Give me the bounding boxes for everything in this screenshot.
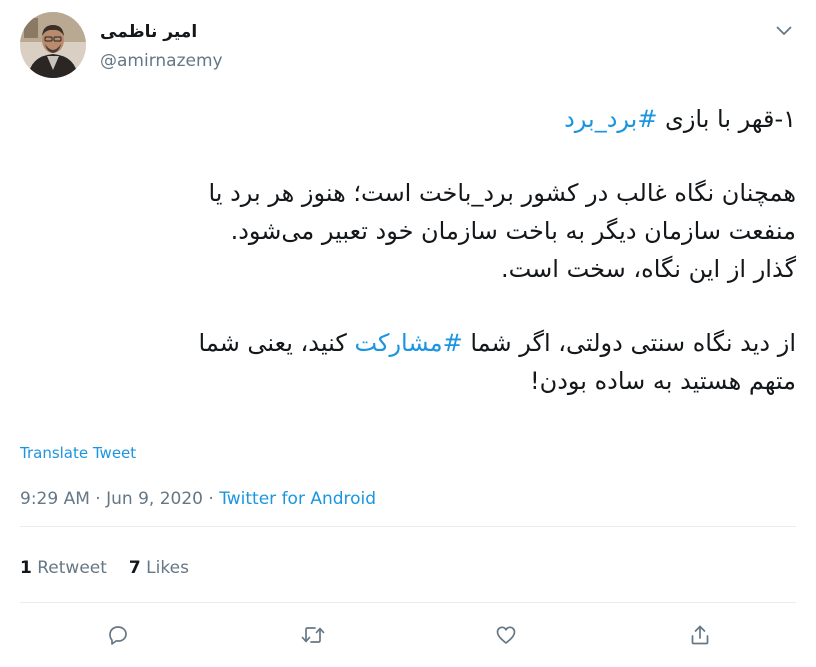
tweet-time[interactable]: 9:29 AM [20,489,90,509]
retweets-label: Retweet [37,558,107,578]
hashtag-link[interactable]: #مشارکت [354,329,462,357]
tweet-text-span: ۱-قهر با بازی [657,105,796,133]
tweet-date[interactable]: Jun 9, 2020 [106,489,203,509]
tweet-line: متهم هستید به ساده بودن! [529,367,796,395]
tweet-line: ۱-قهر با بازی #برد_برد [20,100,796,138]
tweet-line: منفعت سازمان دیگر به باخت سازمان خود تعب… [230,217,796,245]
divider [20,526,796,527]
divider [20,602,796,603]
tweet-stats: 1 Retweet 7 Likes [20,558,211,578]
tweet-text: ۱-قهر با بازی #برد_برد همچنان نگاه غالب … [20,100,797,400]
tweet-text-span: از دید نگاه سنتی دولتی، اگر شما [462,329,796,357]
tweet-meta: 9:29 AM · Jun 9, 2020 · Twitter for Andr… [20,489,376,509]
retweet-icon[interactable] [298,620,328,650]
avatar-image [20,12,86,78]
retweets-stat[interactable]: 1 Retweet [20,558,107,578]
avatar[interactable] [20,12,86,78]
hashtag-link[interactable]: #برد_برد [564,105,657,133]
retweets-count: 1 [20,558,32,578]
author-handle[interactable]: @amirnazemy [100,51,223,71]
tweet-source-link[interactable]: Twitter for Android [219,489,376,509]
reply-icon[interactable] [103,620,133,650]
tweet-card: امیر ناظمی @amirnazemy ۱-قهر با بازی #بر… [0,0,816,667]
likes-count: 7 [128,558,141,578]
tweet-line: از دید نگاه سنتی دولتی، اگر شما #مشارکت … [20,324,797,362]
translate-tweet-link[interactable]: Translate Tweet [20,444,136,462]
meta-separator: · [202,489,220,509]
meta-separator: · [89,489,107,509]
author-name[interactable]: امیر ناظمی [100,22,197,42]
tweet-line: همچنان نگاه غالب در کشور برد_باخت است؛ ه… [208,179,796,207]
heart-icon[interactable] [491,620,521,650]
tweet-text-span: کنید، یعنی شما [198,329,355,357]
likes-label: Likes [146,558,189,578]
tweet-line: گذار از این نگاه، سخت است. [500,255,796,283]
share-icon[interactable] [685,620,715,650]
likes-stat[interactable]: 7 Likes [129,558,189,578]
chevron-down-icon[interactable] [773,20,795,42]
